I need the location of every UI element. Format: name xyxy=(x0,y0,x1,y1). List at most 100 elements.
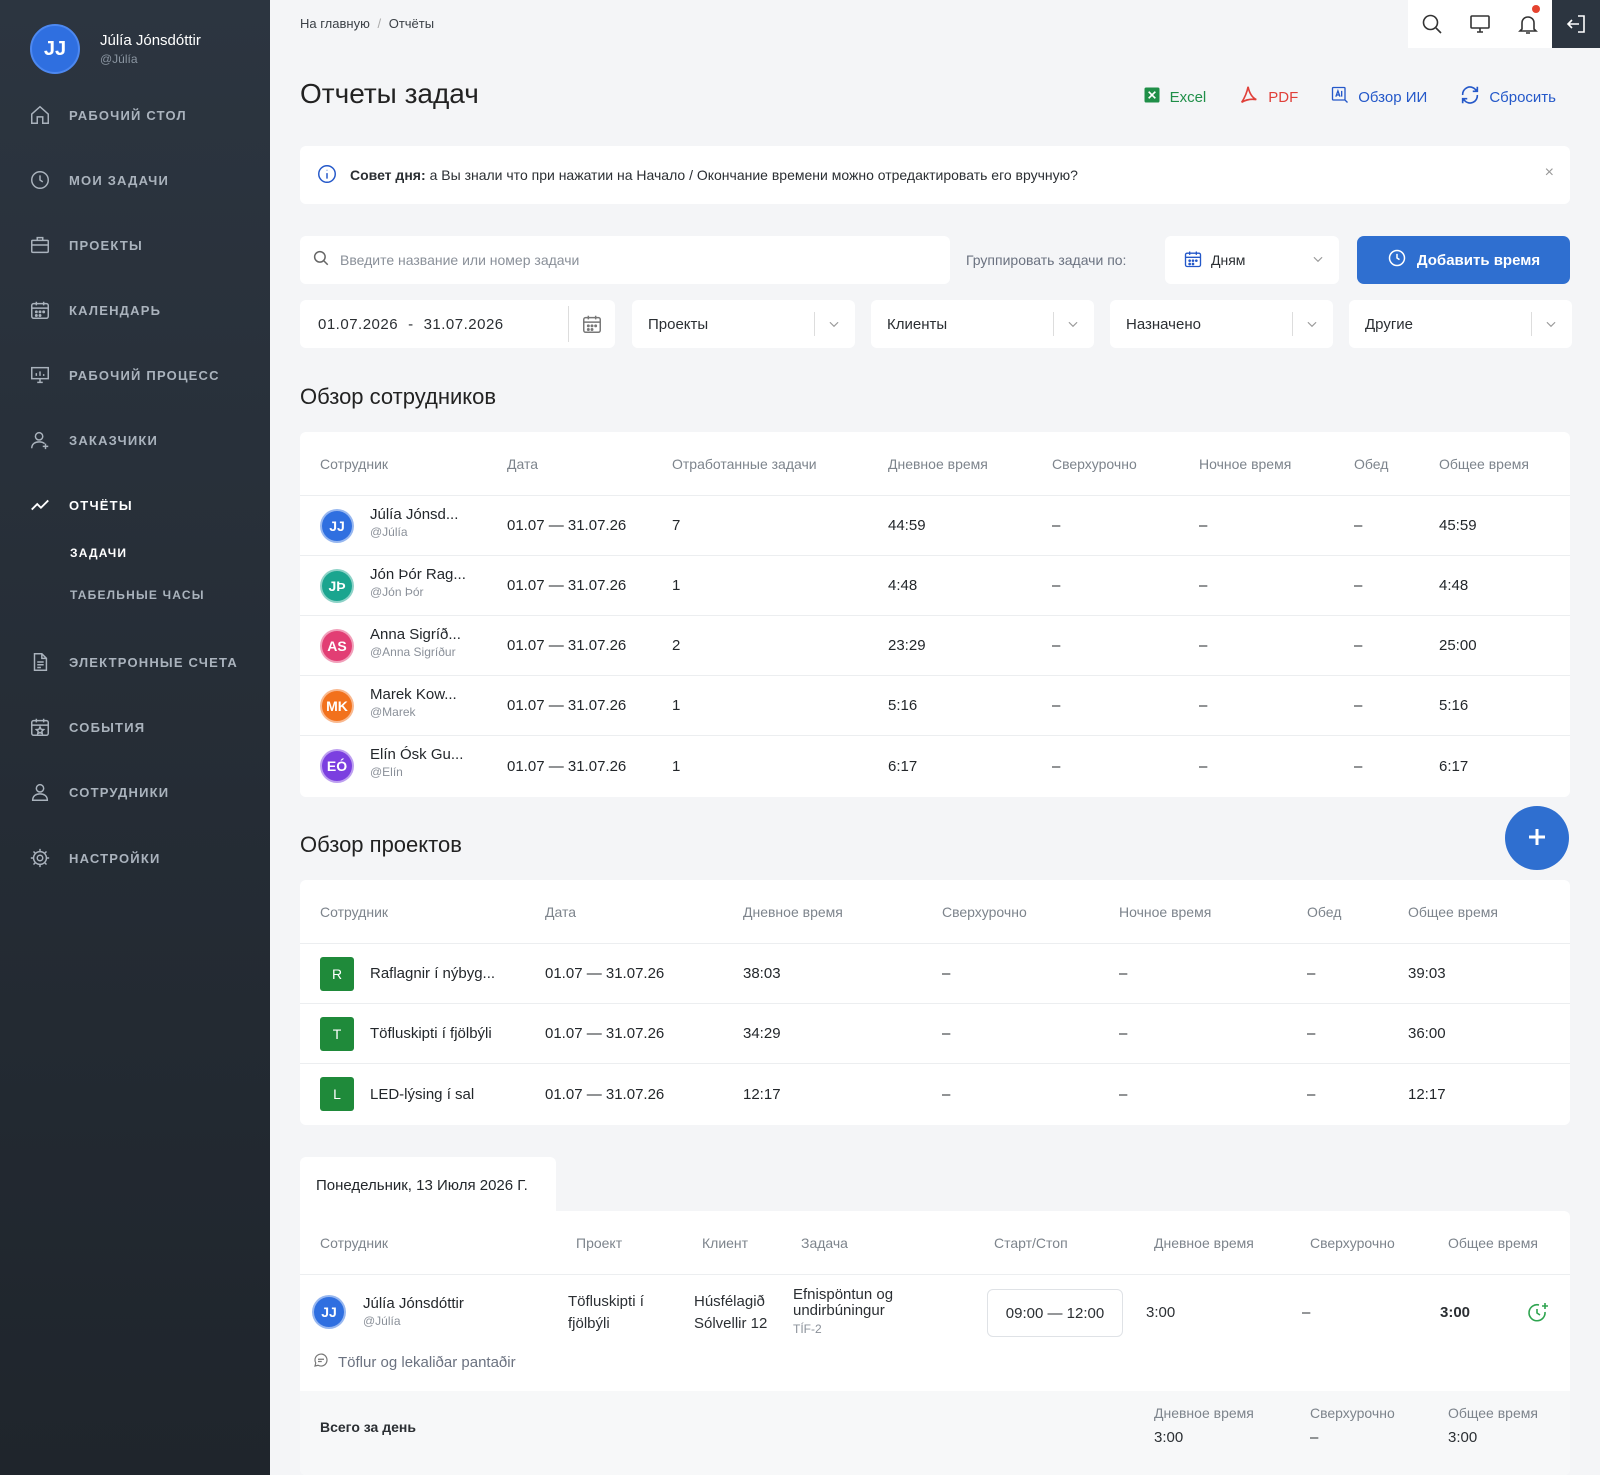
projects-table: Сотрудник Дата Дневное время Сверхурочно… xyxy=(300,880,1570,1125)
filter-clients[interactable]: Клиенты xyxy=(871,300,1094,348)
table-row[interactable]: EÓ Elín Ósk Gu... @Elín 01.07 — 31.07.26 1 6:… xyxy=(300,736,1570,796)
day-tab[interactable]: Понедельник, 13 Июля 2026 Г. xyxy=(300,1157,556,1213)
sidebar-item-reports[interactable]: ОТЧЁТЫ xyxy=(28,490,133,520)
cell-lunch: – xyxy=(1354,517,1363,534)
sidebar-item-label: РАБОЧИЙ ПРОЦЕСС xyxy=(69,367,220,383)
reset-button[interactable]: Сбросить xyxy=(1459,84,1556,110)
sidebar-item-label: РАБОЧИЙ СТОЛ xyxy=(69,107,187,123)
sidebar-item-label: ЭЛЕКТРОННЫЕ СЧЕТА xyxy=(69,654,238,670)
sidebar-item-events[interactable]: СОБЫТИЯ xyxy=(28,712,145,742)
project-name-line2: fjölbýli xyxy=(568,1315,610,1332)
cell-tasks: 1 xyxy=(672,697,681,714)
client-name-line2: Sólvellir 12 xyxy=(694,1315,768,1332)
sidebar-item-calendar[interactable]: КАЛЕНДАРЬ xyxy=(28,295,161,325)
avatar: JJ xyxy=(320,509,354,543)
cell-date: 01.07 — 31.07.26 xyxy=(507,577,627,594)
date-range-picker[interactable]: 01.07.2026 - 31.07.2026 xyxy=(300,300,615,348)
user-profile[interactable]: JJ Júlía Jónsdóttir @Júlía xyxy=(30,24,201,74)
calendar-star-icon xyxy=(28,715,52,739)
cell-total: 45:59 xyxy=(1439,517,1477,534)
add-fab-button[interactable] xyxy=(1505,806,1569,870)
cell-night: – xyxy=(1199,697,1208,714)
clock-add-icon[interactable] xyxy=(1526,1301,1550,1330)
sidebar-item-invoices[interactable]: ЭЛЕКТРОННЫЕ СЧЕТА xyxy=(28,647,238,677)
table-row[interactable]: JÞ Jón Þór Rag... @Jón Þór 01.07 — 31.07.26… xyxy=(300,556,1570,616)
pdf-icon xyxy=(1238,84,1260,110)
avatar: MK xyxy=(320,689,354,723)
trend-icon xyxy=(28,493,52,517)
breadcrumb-home[interactable]: На главную xyxy=(300,16,370,31)
project-name: Töfluskipti í fjölbýli xyxy=(370,1025,492,1042)
close-icon[interactable]: × xyxy=(1545,164,1554,182)
sidebar-item-workflow[interactable]: РАБОЧИЙ ПРОЦЕСС xyxy=(28,360,220,390)
user-icon xyxy=(28,428,52,452)
sidebar-item-label: МОИ ЗАДАЧИ xyxy=(69,172,170,188)
cell-total: 36:00 xyxy=(1408,1025,1446,1042)
cell-date: 01.07 — 31.07.26 xyxy=(545,965,665,982)
filter-other[interactable]: Другие xyxy=(1349,300,1572,348)
table-row[interactable]: AS Anna Sigríð... @Anna Sigríður 01.07 — 31… xyxy=(300,616,1570,676)
cell-lunch: – xyxy=(1354,757,1363,775)
table-row[interactable]: JJ Júlía Jónsd... @Júlía 01.07 — 31.07.26 7 4… xyxy=(300,496,1570,556)
export-actions: Excel PDF Обзор ИИ Сбросить xyxy=(1142,84,1556,110)
cell-day: 23:29 xyxy=(888,637,926,654)
table-row[interactable]: R Raflagnir í nýbyg... 01.07 — 31.07.26 38:… xyxy=(300,944,1570,1004)
sidebar-item-employees[interactable]: СОТРУДНИКИ xyxy=(28,777,169,807)
sidebar-subitem-timesheets[interactable]: ТАБЕЛЬНЫЕ ЧАСЫ xyxy=(70,588,205,602)
overtime: – xyxy=(1302,1304,1311,1321)
sidebar-item-dashboard[interactable]: РАБОЧИЙ СТОЛ xyxy=(28,100,187,130)
cell-lunch: – xyxy=(1307,965,1316,982)
document-icon xyxy=(28,650,52,674)
group-by-select[interactable]: Дням xyxy=(1165,236,1339,284)
employee-name: Anna Sigríð... xyxy=(370,626,461,643)
cell-lunch: – xyxy=(1307,1085,1316,1103)
sidebar-item-my-tasks[interactable]: МОИ ЗАДАЧИ xyxy=(28,165,169,195)
clock-icon xyxy=(1387,248,1407,272)
excel-icon xyxy=(1142,85,1162,109)
table-row[interactable]: L LED-lýsing í sal 01.07 — 31.07.26 12:17 – –… xyxy=(300,1064,1570,1124)
comment-icon xyxy=(312,1351,330,1373)
search-icon[interactable] xyxy=(1408,0,1456,48)
sidebar-item-customers[interactable]: ЗАКАЗЧИКИ xyxy=(28,425,158,455)
employees-section-title: Обзор сотрудников xyxy=(300,384,497,409)
tip-text: а Вы знали что при нажатии на Начало / О… xyxy=(429,167,1078,183)
group-by-value: Дням xyxy=(1211,252,1246,268)
cell-lunch: – xyxy=(1354,577,1363,594)
export-pdf-button[interactable]: PDF xyxy=(1238,84,1298,110)
task-search xyxy=(300,236,950,284)
cell-night: – xyxy=(1119,1025,1128,1042)
sidebar-item-settings[interactable]: НАСТРОЙКИ xyxy=(28,843,161,873)
export-excel-button[interactable]: Excel xyxy=(1142,84,1206,110)
table-row[interactable]: MK Marek Kow... @Marek 01.07 — 31.07.26 1 5:1… xyxy=(300,676,1570,736)
sidebar-subitem-tasks[interactable]: ЗАДАЧИ xyxy=(70,546,127,560)
sidebar-item-projects[interactable]: ПРОЕКТЫ xyxy=(28,230,143,260)
search-input[interactable] xyxy=(340,252,920,268)
cell-date: 01.07 — 31.07.26 xyxy=(507,697,627,714)
table-row[interactable]: T Töfluskipti í fjölbýli 01.07 — 31.07.26 3… xyxy=(300,1004,1570,1064)
ai-overview-button[interactable]: Обзор ИИ xyxy=(1330,84,1427,110)
user-handle: @Júlía xyxy=(100,52,138,66)
avatar: JJ xyxy=(30,24,80,74)
monitor-icon[interactable] xyxy=(1456,0,1504,48)
filter-projects[interactable]: Проекты xyxy=(632,300,855,348)
day-total-total: 3:00 xyxy=(1448,1429,1478,1446)
employee-name: Marek Kow... xyxy=(370,686,457,703)
logout-icon[interactable] xyxy=(1552,0,1600,48)
cell-night: – xyxy=(1199,757,1208,775)
add-time-button[interactable]: Добавить время xyxy=(1357,236,1570,284)
group-by-label: Группировать задачи по: xyxy=(966,252,1127,268)
ai-icon xyxy=(1330,85,1350,109)
cell-total: 39:03 xyxy=(1408,965,1446,982)
bell-icon[interactable] xyxy=(1504,0,1552,48)
start-stop-time[interactable]: 09:00 — 12:00 xyxy=(987,1289,1123,1337)
cell-date: 01.07 — 31.07.26 xyxy=(507,637,627,654)
cell-over: – xyxy=(942,1085,951,1103)
sidebar-item-label: КАЛЕНДАРЬ xyxy=(69,302,162,318)
cell-night: – xyxy=(1199,517,1208,534)
project-name: Raflagnir í nýbyg... xyxy=(370,965,496,982)
tip-banner: Совет дня: а Вы знали что при нажатии на… xyxy=(300,146,1570,204)
filter-assigned[interactable]: Назначено xyxy=(1110,300,1333,348)
calendar-icon[interactable] xyxy=(568,306,603,342)
project-badge: R xyxy=(320,957,354,991)
page-title: Отчеты задач xyxy=(300,78,479,109)
